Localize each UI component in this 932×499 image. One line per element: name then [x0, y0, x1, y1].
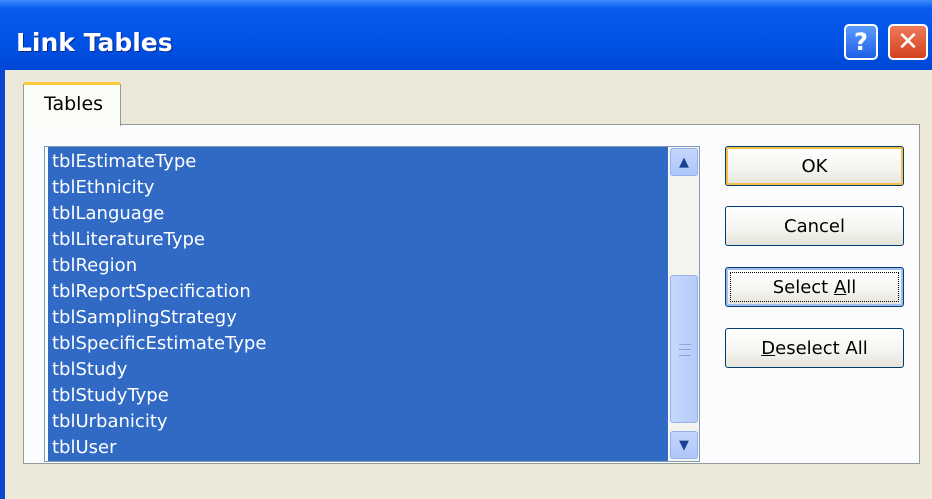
list-item[interactable]: tblUser — [52, 435, 117, 461]
deselect-all-label: Deselect All — [761, 337, 868, 359]
tab-tables[interactable]: Tables — [23, 82, 121, 126]
focus-ring — [730, 272, 899, 302]
tables-listbox[interactable]: tblEstimateType tblEthnicity tblLanguage… — [44, 146, 700, 462]
list-item[interactable]: tblEstimateType — [52, 149, 196, 175]
vertical-scrollbar[interactable]: ▲ ▼ — [669, 147, 699, 461]
list-item[interactable]: tblLanguage — [52, 201, 164, 227]
deselect-all-button[interactable]: Deselect All — [725, 328, 904, 368]
scroll-up-button[interactable]: ▲ — [670, 148, 698, 176]
cancel-button-label: Cancel — [784, 215, 845, 237]
help-icon: ? — [854, 28, 868, 56]
scrollbar-thumb[interactable] — [670, 275, 698, 423]
cancel-button[interactable]: Cancel — [725, 206, 904, 246]
close-icon: ✕ — [897, 27, 919, 57]
link-tables-dialog: Link Tables ? ✕ Tables tblEstimateType t… — [0, 0, 932, 499]
list-item[interactable]: tblUrbanicity — [52, 409, 168, 435]
grip-icon — [679, 344, 691, 356]
tab-tables-label: Tables — [44, 93, 104, 115]
window-frame-left — [0, 70, 5, 499]
list-item[interactable]: tblRegion — [52, 253, 137, 279]
ok-button-label: OK — [801, 155, 828, 177]
close-button[interactable]: ✕ — [888, 24, 928, 60]
list-item[interactable]: tblReportSpecification — [52, 279, 251, 305]
select-all-button[interactable]: Select All — [725, 267, 904, 307]
list-item[interactable]: tblSpecificEstimateType — [52, 331, 266, 357]
ok-button[interactable]: OK — [725, 146, 904, 186]
scroll-down-button[interactable]: ▼ — [670, 431, 698, 459]
chevron-down-icon: ▼ — [679, 437, 689, 453]
chevron-up-icon: ▲ — [679, 154, 689, 170]
list-item[interactable]: tblEthnicity — [52, 175, 154, 201]
list-item[interactable]: tblLiteratureType — [52, 227, 205, 253]
dialog-title: Link Tables — [16, 28, 173, 57]
help-button[interactable]: ? — [844, 24, 878, 60]
list-item[interactable]: tblSamplingStrategy — [52, 305, 237, 331]
list-item[interactable]: tblStudy — [52, 357, 127, 383]
list-item[interactable]: tblStudyType — [52, 383, 169, 409]
title-bar[interactable]: Link Tables ? ✕ — [0, 0, 932, 70]
tables-list-items: tblEstimateType tblEthnicity tblLanguage… — [48, 147, 668, 461]
